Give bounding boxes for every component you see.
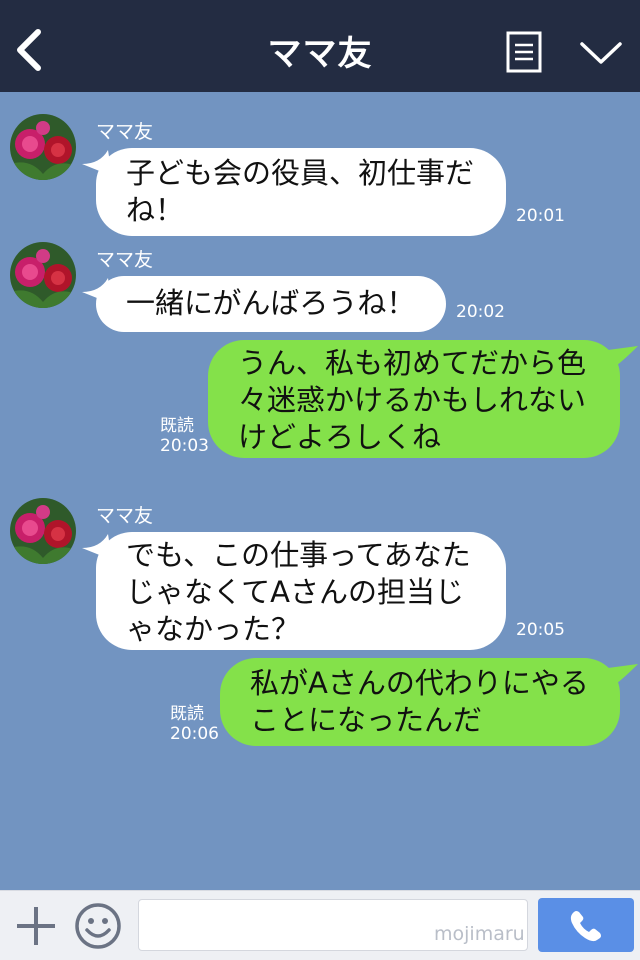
message-text: ことになったんだ: [250, 703, 483, 737]
chat-header: ママ友: [0, 0, 640, 92]
timestamp: 20:06: [170, 724, 219, 744]
bubble-tail: [608, 346, 638, 366]
timestamp: 20:03: [160, 436, 209, 456]
message-bubble-outgoing[interactable]: うん、私も初めてだから色 々迷惑かけるかもしれない けどよろしくね: [208, 340, 620, 458]
message-text: じゃなくてAさんの担当じ: [126, 575, 464, 609]
read-status: 既読 20:06: [170, 704, 219, 744]
plus-icon: [17, 907, 55, 945]
watermark-text: mojimaru: [434, 923, 525, 945]
message-text: ね！: [126, 193, 185, 227]
message-input-bar: mojimaru: [0, 890, 640, 960]
read-status: 既読 20:03: [160, 416, 209, 456]
message-bubble-outgoing[interactable]: 私がAさんの代わりにやる ことになったんだ: [220, 658, 620, 746]
message-text: けどよろしくね: [238, 420, 442, 454]
rose-avatar-icon: [10, 498, 76, 564]
sender-name: ママ友: [96, 121, 154, 143]
menu-button[interactable]: [506, 31, 542, 73]
sender-name: ママ友: [96, 249, 154, 271]
message-text: 々迷惑かけるかもしれない: [238, 383, 587, 417]
read-label: 既読: [160, 416, 194, 436]
collapse-button[interactable]: [578, 38, 624, 68]
emoji-button[interactable]: [74, 902, 122, 950]
chevron-down-icon: [580, 42, 622, 64]
sender-name: ママ友: [96, 505, 154, 527]
message-text: 子ども会の役員、初仕事だ: [126, 156, 475, 190]
call-button[interactable]: [538, 898, 634, 952]
add-button[interactable]: [14, 904, 58, 948]
chat-title: ママ友: [267, 34, 373, 74]
phone-icon: [570, 911, 601, 942]
avatar[interactable]: [10, 242, 76, 308]
rose-avatar-icon: [10, 242, 76, 308]
bubble-tail: [608, 664, 638, 684]
message-bubble-incoming[interactable]: でも、この仕事ってあなた じゃなくてAさんの担当じ ゃなかった？: [96, 532, 506, 650]
avatar[interactable]: [10, 114, 76, 180]
timestamp: 20:05: [516, 620, 565, 640]
message-text: 私がAさんの代わりにやる: [250, 666, 589, 700]
avatar[interactable]: [10, 498, 76, 564]
smiley-icon: [75, 903, 121, 949]
message-bubble-incoming[interactable]: 一緒にがんばろうね！: [96, 276, 446, 332]
message-bubble-incoming[interactable]: 子ども会の役員、初仕事だ ね！: [96, 148, 506, 236]
message-text: 一緒にがんばろうね！: [126, 286, 416, 320]
timestamp: 20:01: [516, 206, 565, 226]
message-text: でも、この仕事ってあなた: [126, 538, 471, 572]
timestamp: 20:02: [456, 302, 505, 322]
menu-list-icon: [506, 31, 542, 73]
rose-avatar-icon: [10, 114, 76, 180]
read-label: 既読: [170, 704, 204, 724]
chat-area[interactable]: ママ友 子ども会の役員、初仕事だ ね！ 20:01 ママ友 一緒にがんばろうね！…: [0, 92, 640, 890]
message-text: うん、私も初めてだから色: [238, 346, 587, 380]
message-text: ゃなかった？: [126, 612, 301, 646]
